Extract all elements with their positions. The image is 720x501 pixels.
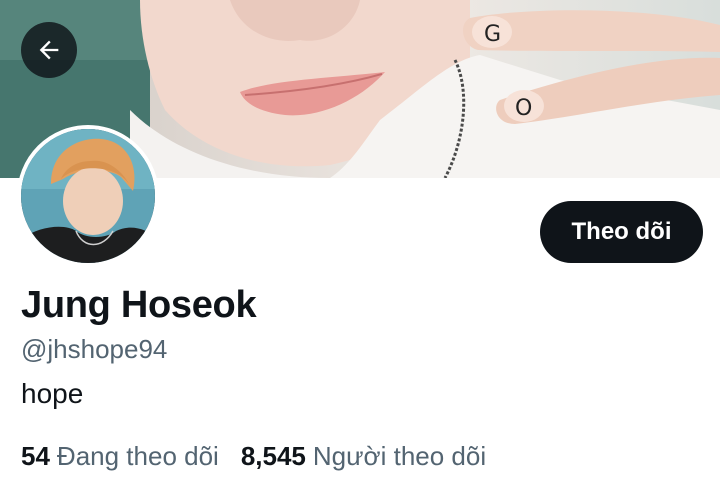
finger-letter-o: O (515, 96, 532, 121)
following-count: 54 (21, 441, 50, 471)
arrow-left-icon (39, 40, 59, 60)
avatar[interactable] (17, 125, 159, 267)
following-link[interactable]: 54 Đang theo dõi (21, 441, 219, 472)
back-button[interactable] (21, 22, 77, 78)
followers-link[interactable]: 8,545 Người theo dõi (241, 441, 486, 472)
bio-text: hope (21, 378, 84, 409)
followers-label: Người theo dõi (312, 441, 487, 471)
follow-button[interactable]: Theo dõi (540, 201, 703, 263)
following-label: Đang theo dõi (56, 441, 219, 471)
follow-stats: 54 Đang theo dõi 8,545 Người theo dõi (21, 441, 486, 472)
avatar-photo (21, 129, 155, 263)
followers-count: 8,545 (240, 441, 306, 471)
user-handle: @jhshope94 (21, 334, 168, 364)
finger-letter-g: G (484, 22, 501, 47)
display-name: Jung Hoseok (21, 284, 257, 326)
